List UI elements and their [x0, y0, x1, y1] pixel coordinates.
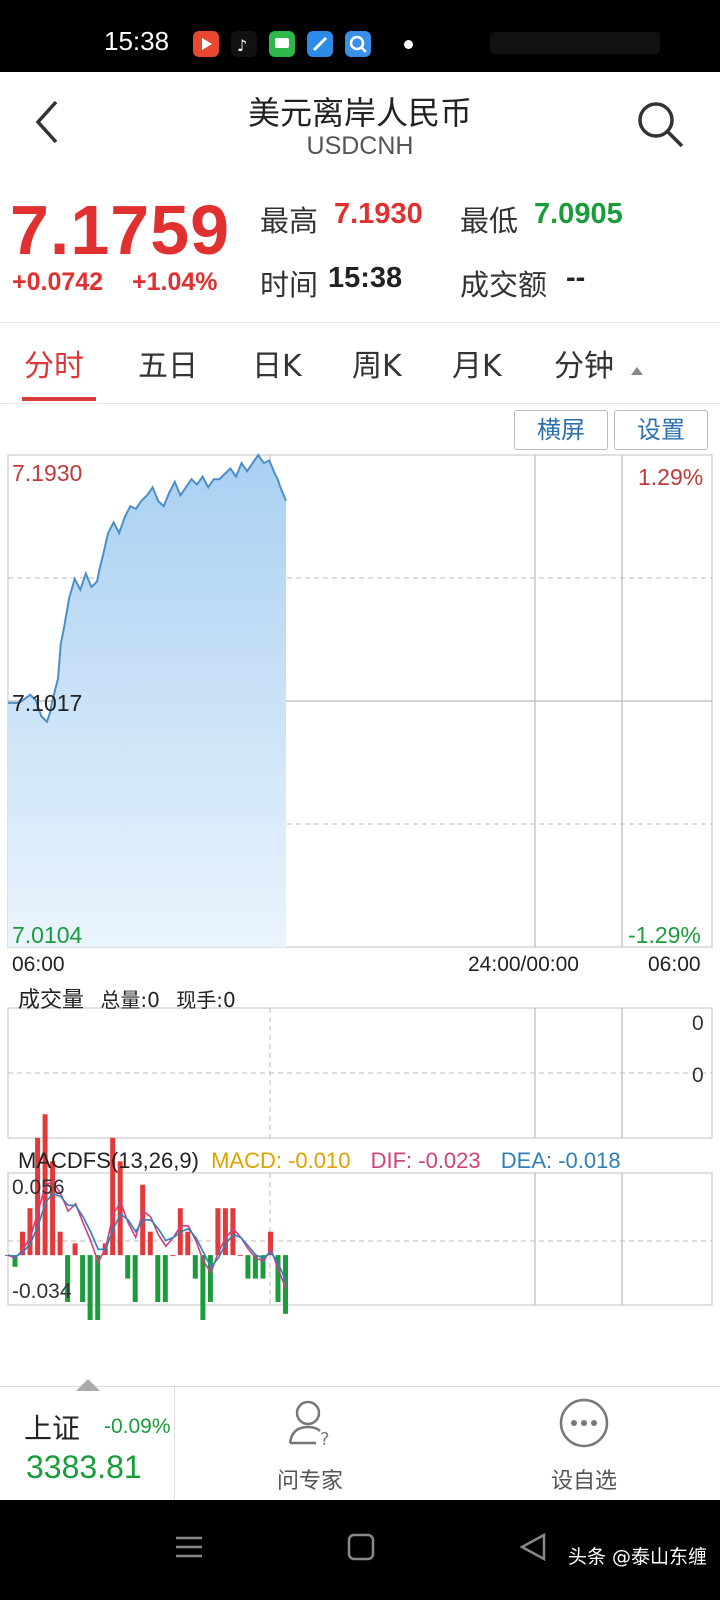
macd-axis-bottom: -0.034	[12, 1280, 72, 1303]
volume-current: 现手:0	[176, 988, 236, 1012]
time-axis-end: 06:00	[648, 953, 701, 976]
macd-dea-line	[7, 1192, 287, 1282]
ask-expert-label: 问专家	[276, 1469, 343, 1494]
add-watchlist-label: 设自选	[550, 1469, 617, 1494]
expand-up-icon[interactable]	[76, 1379, 100, 1391]
macd-axis-top: 0.056	[12, 1176, 65, 1199]
dea-value: DEA: -0.018	[500, 1148, 621, 1173]
macd-histogram-bar	[192, 1255, 198, 1279]
ask-expert-button[interactable]: ? 问专家	[210, 1387, 410, 1501]
menu-icon[interactable]	[172, 1530, 206, 1564]
macd-histogram-bar	[237, 1255, 243, 1257]
macd-histogram-bar	[147, 1231, 153, 1256]
pct-axis-top: 1.29%	[638, 464, 704, 490]
macd-histogram-bar	[245, 1255, 251, 1279]
volume-axis-top: 0	[692, 1012, 704, 1035]
system-nav-bar: 头条 @泰山东缠	[0, 1500, 720, 1600]
volume-header: 成交量 总量:0 现手:0	[18, 982, 236, 1014]
macd-histogram-bar	[200, 1255, 206, 1320]
bottom-bar: 上证 -0.09% 3383.81 ? 问专家 设自选	[0, 1379, 720, 1501]
macd-histogram-bar	[125, 1255, 131, 1279]
volume-axis-mid: 0	[692, 1064, 704, 1087]
macd-histogram-bar	[57, 1231, 63, 1256]
index-value: 3383.81	[26, 1449, 142, 1485]
volume-title: 成交量	[18, 988, 85, 1013]
macd-histogram-bar	[87, 1255, 93, 1320]
chart-canvas	[5, 453, 713, 1320]
svg-text:?: ?	[320, 1429, 330, 1450]
macd-histogram-bar	[162, 1255, 168, 1302]
macd-histogram-bar	[80, 1255, 86, 1302]
index-ticker[interactable]: 上证 -0.09% 3383.81	[0, 1379, 175, 1501]
expert-icon: ?	[288, 1400, 330, 1450]
macd-histogram-bar	[185, 1231, 191, 1256]
price-axis-bottom: 7.0104	[12, 922, 83, 948]
price-axis-mid: 7.1017	[12, 690, 83, 716]
macd-histogram-bar	[117, 1161, 123, 1256]
macd-histogram-bar	[72, 1243, 78, 1256]
more-icon	[559, 1398, 609, 1448]
price-axis-top: 7.1930	[12, 460, 83, 486]
back-nav-icon[interactable]	[516, 1530, 550, 1564]
home-icon[interactable]	[344, 1530, 378, 1564]
index-change: -0.09%	[104, 1415, 171, 1438]
index-name: 上证	[24, 1412, 81, 1445]
macd-header: MACDFS(13,26,9) MACD: -0.010 DIF: -0.023…	[18, 1148, 621, 1174]
macd-title: MACDFS(13,26,9)	[18, 1148, 199, 1173]
macd-histogram-bar	[155, 1255, 161, 1302]
watermark-text: 头条 @泰山东缠	[568, 1546, 708, 1568]
macd-histogram-bar	[95, 1255, 101, 1320]
time-axis-start: 06:00	[12, 953, 65, 976]
dif-value: DIF: -0.023	[370, 1148, 481, 1173]
time-axis-midnight: 24:00/00:00	[468, 953, 579, 976]
volume-total: 总量:0	[100, 988, 160, 1012]
macd-histogram-bar	[170, 1255, 176, 1257]
add-watchlist-button[interactable]: 设自选	[484, 1387, 684, 1501]
macd-histogram-bar	[132, 1255, 138, 1302]
pct-axis-bottom: -1.29%	[628, 922, 701, 948]
macd-value: MACD: -0.010	[211, 1148, 351, 1173]
